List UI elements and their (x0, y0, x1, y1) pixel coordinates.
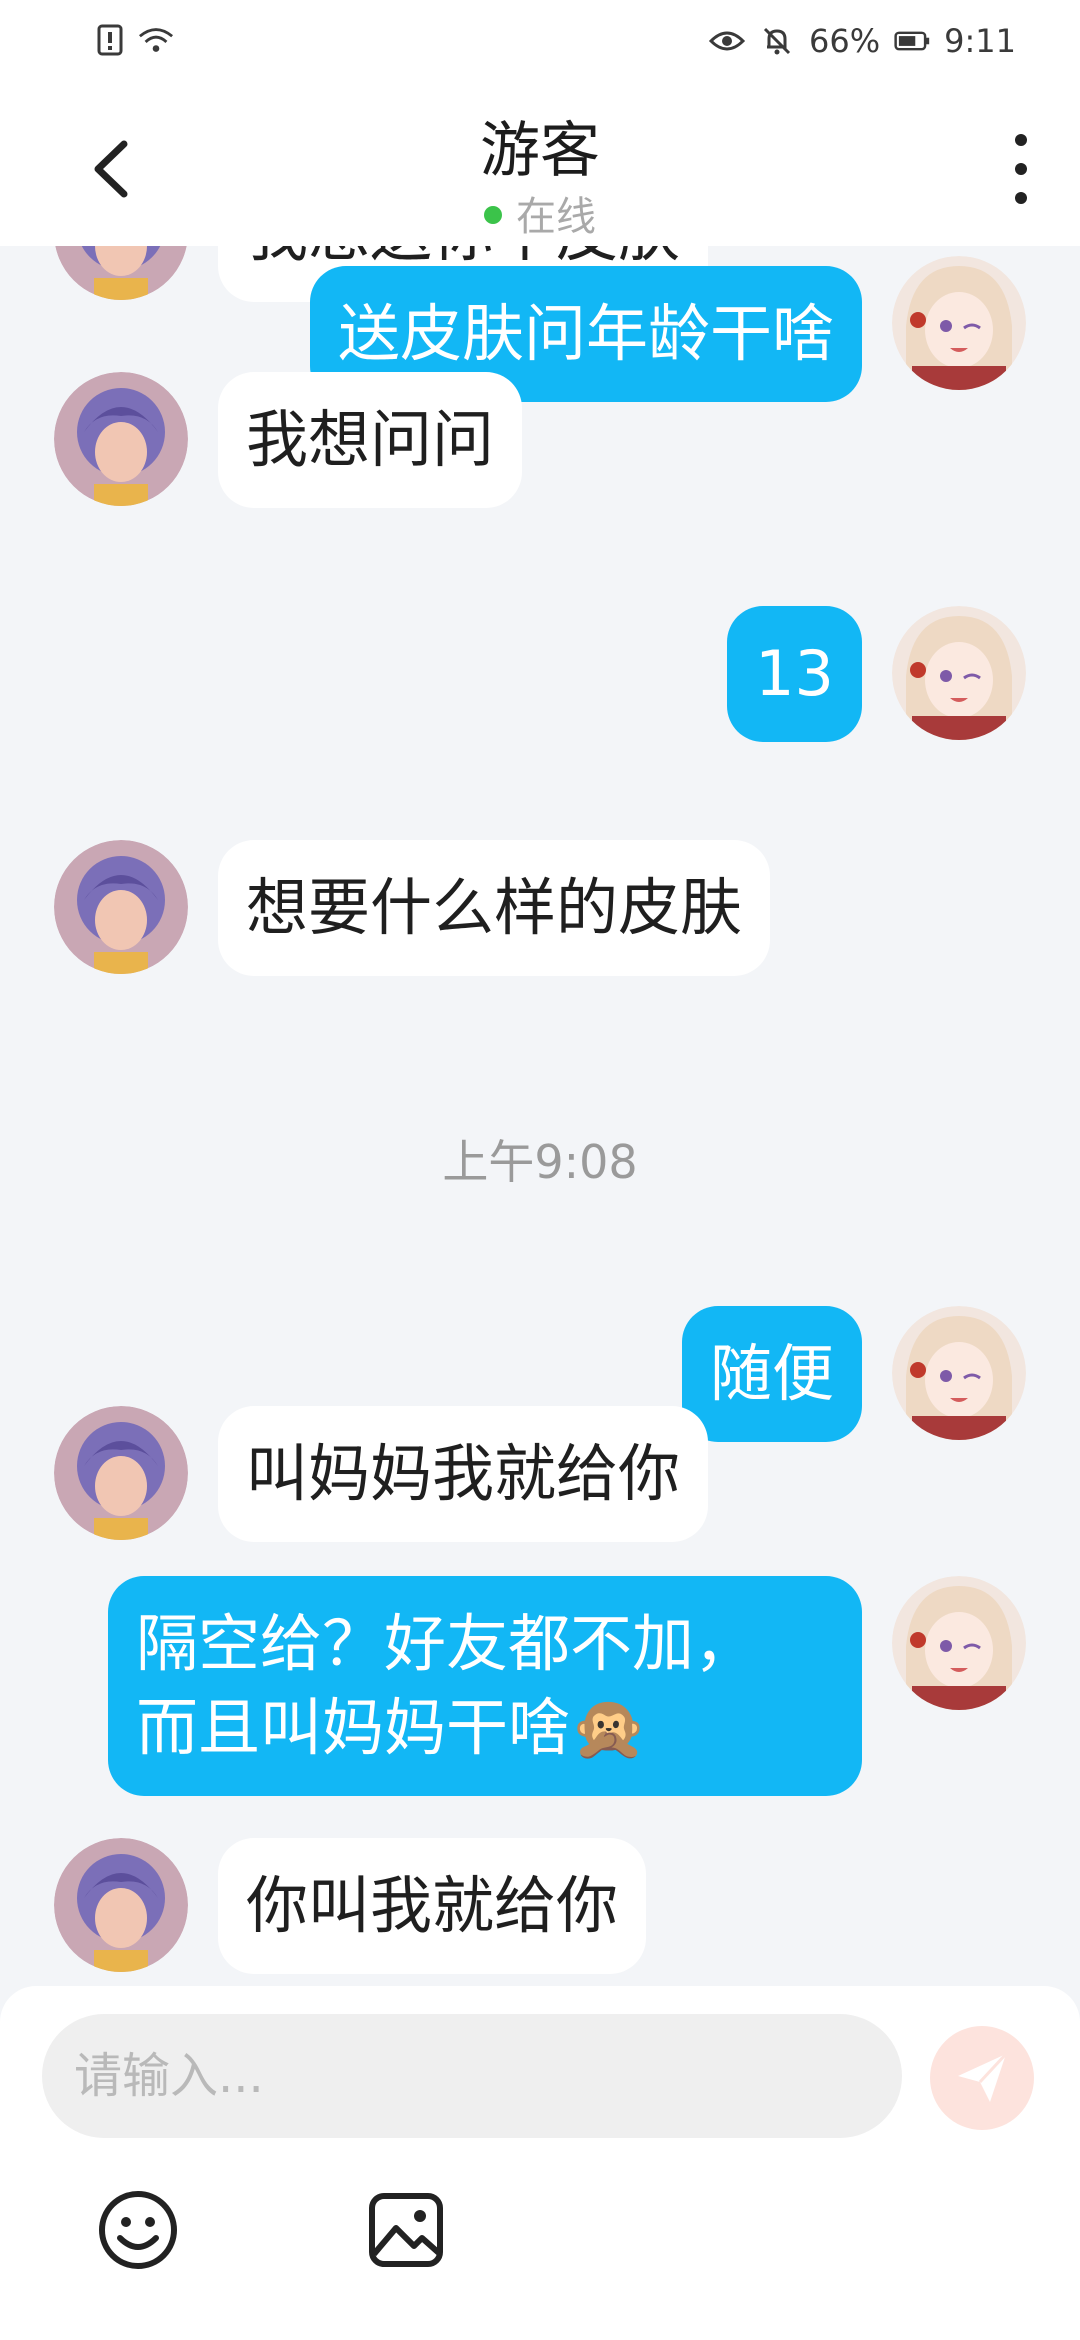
clock: 9:11 (944, 22, 1016, 60)
battery-icon (894, 23, 930, 59)
message-bubble-outgoing[interactable]: 随便 (681, 1306, 862, 1442)
more-dot-icon (1015, 163, 1027, 175)
monkey-emoji: 🙊 (570, 1691, 648, 1764)
message-bubble-incoming[interactable]: 我想问问 (218, 372, 523, 508)
send-icon (958, 2052, 1008, 2102)
chat-header: 游客 在线 (0, 84, 1080, 246)
contact-avatar[interactable] (54, 372, 188, 506)
contact-avatar[interactable] (54, 840, 188, 974)
composer-panel (0, 1986, 1080, 2340)
message-bubble-incoming[interactable]: 想要什么样的皮肤 (218, 840, 771, 976)
more-options-button[interactable] (1006, 134, 1036, 204)
contact-avatar[interactable] (54, 1406, 188, 1540)
mute-icon (759, 23, 795, 59)
user-avatar[interactable] (892, 1576, 1026, 1710)
time-divider: 上午9:08 (442, 1135, 638, 1189)
eye-icon (709, 23, 746, 59)
message-bubble-outgoing[interactable]: 13 (727, 606, 862, 742)
more-dot-icon (1015, 192, 1027, 204)
online-dot-icon (484, 206, 502, 224)
message-input[interactable] (42, 2014, 902, 2138)
contact-name: 游客 (480, 116, 600, 186)
message-text: 隔空给？好友都不加， 而且叫妈妈干啥 (136, 1607, 757, 1764)
sim-alert-icon (92, 22, 128, 58)
message-bubble-incoming[interactable]: 你叫我就给你 (218, 1838, 647, 1974)
user-avatar[interactable] (892, 606, 1026, 740)
wifi-icon (138, 22, 174, 58)
presence-label: 在线 (516, 194, 596, 240)
image-icon (369, 2193, 443, 2267)
more-dot-icon (1015, 134, 1027, 146)
battery-percent: 66% (809, 22, 881, 60)
presence-status: 在线 (0, 184, 1080, 242)
contact-avatar[interactable] (54, 1838, 188, 1972)
emoji-button[interactable] (96, 2188, 180, 2272)
user-avatar[interactable] (892, 256, 1026, 390)
status-bar: 66% 9:11 (0, 0, 1080, 84)
image-button[interactable] (364, 2188, 448, 2272)
smiley-icon (99, 2191, 177, 2269)
message-bubble-incoming[interactable]: 叫妈妈我就给你 (218, 1406, 709, 1542)
message-list[interactable]: 我想送你个皮肤 送皮肤问年龄干啥 我想问问 13 想要什么样的皮肤 (0, 246, 1080, 1986)
message-bubble-outgoing[interactable]: 隔空给？好友都不加， 而且叫妈妈干啥🙊 (108, 1576, 862, 1796)
send-button[interactable] (930, 2026, 1034, 2130)
user-avatar[interactable] (892, 1306, 1026, 1440)
contact-avatar[interactable] (54, 246, 188, 300)
